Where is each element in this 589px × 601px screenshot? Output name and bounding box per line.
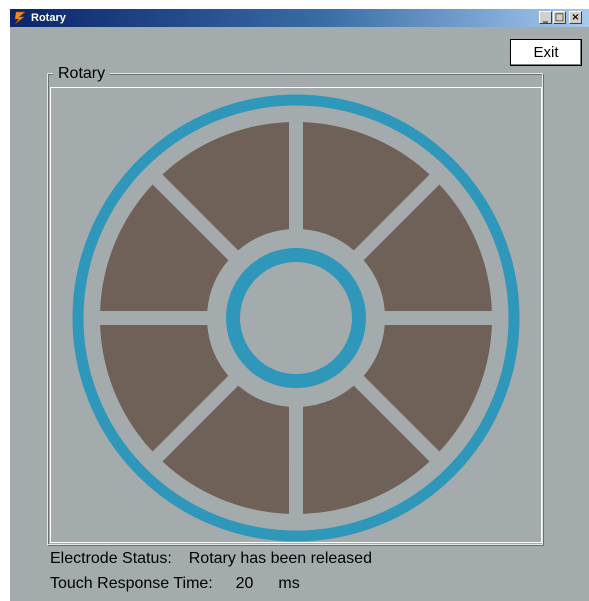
touch-response-label: Touch Response Time: (50, 575, 213, 592)
groupbox-label: Rotary (53, 64, 111, 84)
minimize-button[interactable]: _ (539, 11, 552, 24)
electrode-status-label: Electrode Status: (50, 550, 172, 567)
rotary-window: Rotary _ □ × Exit Rotary Electrode Statu… (10, 9, 589, 601)
close-button[interactable]: × (569, 11, 582, 24)
app-logo-icon (14, 11, 26, 25)
touch-response-value: 20 (235, 575, 254, 592)
electrode-status-row: Electrode Status: Rotary has been releas… (50, 549, 372, 569)
center-button-ring[interactable] (226, 248, 366, 388)
rotary-slider[interactable] (51, 88, 541, 542)
rotary-segments[interactable] (100, 122, 492, 514)
touch-response-unit: ms (278, 575, 300, 592)
title-bar[interactable]: Rotary _ □ × (10, 9, 589, 27)
touch-response-row: Touch Response Time: 20 ms (50, 574, 300, 594)
exit-button[interactable]: Exit (510, 39, 582, 66)
outer-ring (72, 94, 520, 542)
window-title: Rotary (31, 12, 66, 24)
maximize-button[interactable]: □ (553, 11, 566, 24)
electrode-status-value: Rotary has been released (188, 550, 372, 567)
